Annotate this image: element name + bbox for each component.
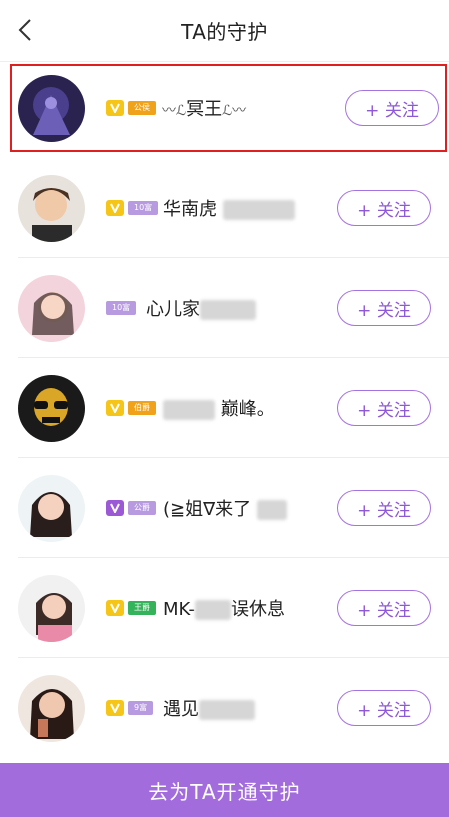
avatar[interactable]: [18, 474, 85, 542]
badges: 9富: [106, 700, 154, 716]
vip-icon: [106, 600, 124, 616]
page-title: TA的守护: [181, 20, 268, 44]
guardian-name: (≧姐∇来了: [163, 495, 287, 521]
rank-badge: 10富: [106, 301, 137, 315]
open-guard-button[interactable]: 去为TA开通守护: [0, 763, 449, 817]
avatar[interactable]: [18, 374, 85, 442]
rank-badge: 公爵: [128, 501, 156, 515]
guardian-name: 华南虎: [163, 195, 295, 221]
chevron-left-icon: [18, 19, 31, 41]
redacted-text: [163, 400, 215, 420]
follow-button[interactable]: + 关注: [337, 490, 431, 526]
badges: 王爵: [106, 600, 156, 616]
guardian-row[interactable]: 伯爵 巅峰。 + 关注: [0, 358, 449, 458]
follow-button[interactable]: + 关注: [337, 590, 431, 626]
avatar[interactable]: [18, 674, 85, 742]
guardian-name: 遇见: [163, 695, 255, 721]
follow-button[interactable]: + 关注: [337, 190, 431, 226]
badges: 公侯: [106, 100, 156, 116]
vip-icon: [106, 100, 124, 116]
guardian-list: 公侯 〰ℒ冥王ℒ〰 + 关注 10富 华南虎 + 关注 10富 心儿家 + 关注…: [0, 62, 449, 758]
avatar[interactable]: [18, 274, 85, 342]
redacted-text: [194, 600, 231, 620]
redacted-text: [256, 500, 287, 520]
guardian-name: MK- 误休息: [163, 599, 285, 620]
guardian-row[interactable]: 王爵 MK- 误休息 + 关注: [0, 558, 449, 658]
vip-icon: [106, 500, 124, 516]
badges: 公爵: [106, 500, 156, 516]
guardian-name: 〰ℒ冥王ℒ〰: [162, 99, 247, 120]
redacted-text: [222, 200, 295, 220]
rank-badge: 公侯: [128, 101, 156, 115]
follow-button[interactable]: + 关注: [337, 290, 431, 326]
guardian-row[interactable]: 10富 心儿家 + 关注: [0, 258, 449, 358]
redacted-text: [199, 700, 255, 720]
follow-button[interactable]: + 关注: [337, 690, 431, 726]
vip-icon: [106, 200, 124, 216]
rank-badge: 王爵: [128, 601, 156, 615]
vip-icon: [106, 400, 124, 416]
rank-badge: 伯爵: [128, 401, 156, 415]
back-button[interactable]: [10, 14, 42, 46]
rank-badge: 9富: [128, 701, 154, 715]
guardian-name: 巅峰。: [163, 395, 275, 421]
guardian-row[interactable]: 10富 华南虎 + 关注: [0, 158, 449, 258]
redacted-text: [200, 300, 256, 320]
rank-badge: 10富: [128, 201, 159, 215]
badges: 10富: [106, 200, 159, 216]
avatar[interactable]: [18, 174, 85, 242]
avatar[interactable]: [18, 74, 85, 142]
vip-icon: [106, 700, 124, 716]
follow-button[interactable]: + 关注: [345, 90, 439, 126]
guardian-row[interactable]: 9富 遇见 + 关注: [0, 658, 449, 758]
guardian-row[interactable]: 公侯 〰ℒ冥王ℒ〰 + 关注: [10, 64, 447, 152]
badges: 10富: [106, 301, 137, 315]
guardian-name: 心儿家: [146, 295, 256, 321]
header-bar: TA的守护: [0, 0, 449, 62]
follow-button[interactable]: + 关注: [337, 390, 431, 426]
avatar[interactable]: [18, 574, 85, 642]
badges: 伯爵: [106, 400, 156, 416]
guardian-row[interactable]: 公爵 (≧姐∇来了 + 关注: [0, 458, 449, 558]
